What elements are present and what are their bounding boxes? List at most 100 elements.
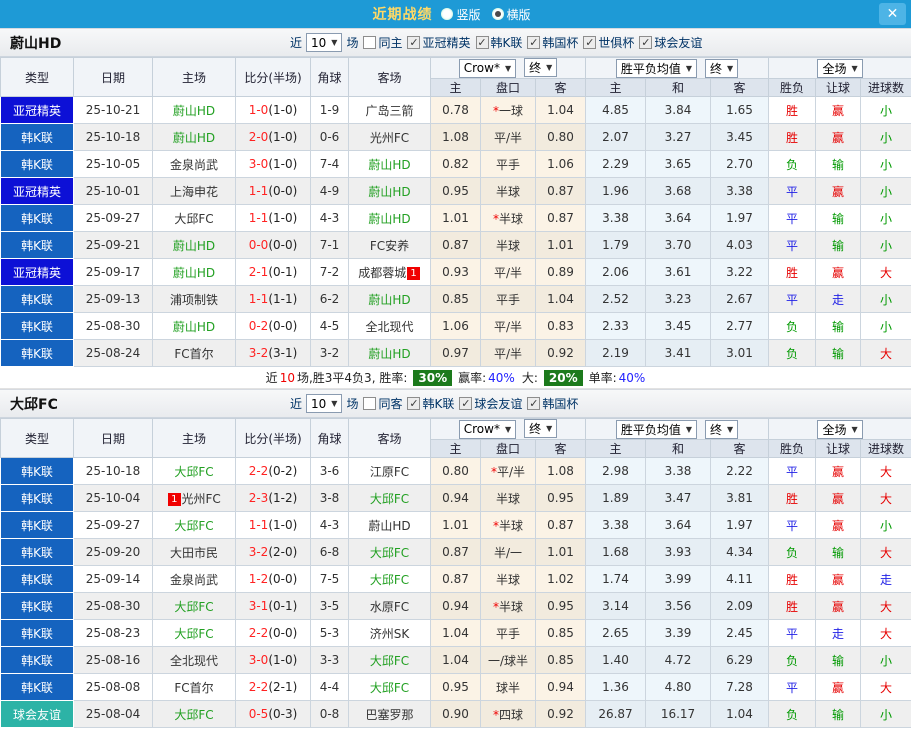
avg-stage-select[interactable]: 终: [705, 58, 739, 78]
odds-home: 0.97: [430, 339, 481, 367]
vertical-layout-radio[interactable]: [441, 8, 454, 20]
red-card-badge: 1: [168, 492, 181, 506]
league-badge: 亚冠精英: [0, 258, 74, 286]
league-filter[interactable]: ✓ 韩国杯: [527, 34, 578, 51]
avg-away: 3.45: [710, 123, 770, 151]
checkbox-icon[interactable]: ✓: [407, 36, 421, 49]
avg-draw: 3.23: [645, 285, 712, 313]
odds-source-select[interactable]: Crow*: [458, 419, 517, 439]
checkbox-icon[interactable]: ✓: [407, 397, 421, 410]
win-rate-badge: 30%: [413, 369, 453, 386]
checkbox-icon[interactable]: ✓: [527, 36, 541, 49]
match-row: 球会友谊 25-08-04 大邱FC 0-5(0-3) 0-8 巴塞罗那 0.90 *四球 0.…: [0, 700, 911, 728]
match-row: 韩K联 25-08-24 FC首尔 3-2(3-1) 3-2 蔚山HD 0.97 平/半 0.9…: [0, 339, 911, 367]
away-team: 大邱FC: [348, 565, 431, 593]
team-label: 蔚山HD: [368, 184, 411, 199]
match-date: 25-09-13: [73, 285, 153, 313]
league-filter[interactable]: ✓ 球会友谊: [459, 395, 522, 412]
odds-home: 1.04: [430, 646, 481, 674]
odds-stage-select[interactable]: 终: [524, 419, 558, 439]
away-team: 江原FC: [348, 457, 431, 485]
away-team: 蔚山HD: [348, 150, 431, 178]
league-filter[interactable]: ✓ 球会友谊: [639, 34, 702, 51]
checkbox-icon[interactable]: ✓: [527, 397, 541, 410]
sub-avg-draw: 和: [645, 78, 712, 97]
checkbox-icon[interactable]: [363, 397, 377, 410]
odds-home: 1.06: [430, 312, 481, 340]
avg-draw: 3.65: [645, 150, 712, 178]
scope-select[interactable]: 全场: [817, 58, 863, 78]
league-badge: 韩K联: [0, 538, 74, 566]
away-team: 大邱FC: [348, 484, 431, 512]
avg-draw: 3.64: [645, 511, 712, 539]
team-label: 大邱FC: [369, 572, 410, 587]
horizontal-layout-radio[interactable]: [491, 8, 504, 20]
handicap: 平/半: [480, 339, 536, 367]
league-filter[interactable]: ✓ 世俱杯: [583, 34, 634, 51]
checkbox-icon[interactable]: ✓: [639, 36, 653, 49]
avg-draw: 3.56: [645, 592, 712, 620]
league-filter[interactable]: ✓ 韩国杯: [527, 395, 578, 412]
match-row: 韩K联 25-10-05 金泉尚武 3-0(1-0) 7-4 蔚山HD 0.82 平手 1.06…: [0, 150, 911, 178]
team-label: 大邱FC: [174, 626, 214, 641]
odds-stage-select[interactable]: 终: [524, 58, 558, 78]
odds-home: 0.78: [430, 96, 481, 124]
sub-avg-home: 主: [585, 439, 647, 458]
league-badge: 韩K联: [0, 592, 74, 620]
avg-type-select[interactable]: 胜平负均值: [615, 419, 698, 439]
avg-home: 2.65: [585, 619, 647, 647]
avg-away: 4.34: [710, 538, 770, 566]
scope-select[interactable]: 全场: [817, 419, 863, 439]
sub-handicap-result: 让球: [815, 439, 862, 458]
goals-result: 大: [860, 592, 911, 620]
odds-source-select[interactable]: Crow*: [458, 58, 517, 78]
same-venue-filter[interactable]: 同主: [363, 34, 402, 51]
match-row: 韩K联 25-09-21 蔚山HD 0-0(0-0) 7-1 FC安养 0.87 半球 1.01…: [0, 231, 911, 259]
odds-away: 1.06: [534, 150, 587, 178]
avg-group: 胜平负均值终: [585, 57, 770, 79]
odds-away: 1.01: [534, 538, 587, 566]
checkbox-icon[interactable]: ✓: [475, 36, 489, 49]
home-team: 蔚山HD: [152, 123, 236, 151]
games-count-select[interactable]: 10: [306, 33, 343, 52]
league-filter[interactable]: ✓ 亚冠精英: [407, 34, 471, 51]
games-count-select[interactable]: 10: [306, 394, 343, 413]
away-team: 光州FC: [348, 123, 431, 151]
corners: 3-6: [310, 457, 349, 485]
home-team: 大邱FC: [152, 619, 236, 647]
avg-away: 3.01: [710, 339, 770, 367]
team-label: 蔚山HD: [172, 265, 216, 280]
goals-result: 大: [860, 619, 911, 647]
handicap: *半球: [480, 592, 536, 620]
corners: 7-4: [310, 150, 349, 178]
same-venue-filter[interactable]: 同客: [363, 395, 402, 412]
result: 平: [768, 457, 817, 485]
team-label: 蔚山HD: [368, 292, 411, 307]
avg-home: 1.68: [585, 538, 647, 566]
score: 0-5(0-3): [235, 700, 311, 728]
handicap-result: 赢: [815, 565, 862, 593]
league-filter[interactable]: ✓ 韩K联: [475, 34, 522, 51]
league-badge: 亚冠精英: [0, 177, 74, 205]
red-card-badge: 1: [407, 266, 420, 280]
odds-away: 0.83: [534, 312, 587, 340]
avg-draw: 3.41: [645, 339, 712, 367]
checkbox-icon[interactable]: ✓: [459, 397, 473, 410]
checkbox-icon[interactable]: [363, 36, 377, 49]
match-date: 25-10-01: [73, 177, 153, 205]
team-label: 大邱FC: [174, 518, 214, 533]
avg-type-select[interactable]: 胜平负均值: [615, 58, 698, 78]
away-team: 巴塞罗那: [348, 700, 431, 728]
odds-group: Crow* 终: [429, 418, 587, 440]
handicap-result: 赢: [815, 592, 862, 620]
result: 负: [768, 538, 817, 566]
col-type: 类型: [0, 57, 74, 97]
checkbox-icon[interactable]: ✓: [583, 36, 597, 49]
avg-stage-select[interactable]: 终: [705, 419, 739, 439]
league-filter[interactable]: ✓ 韩K联: [407, 395, 454, 412]
games-label: 场: [346, 397, 359, 411]
result: 平: [768, 231, 817, 259]
league-badge: 球会友谊: [0, 700, 74, 728]
team-label: 大邱FC: [369, 491, 410, 506]
close-button[interactable]: ✕: [879, 3, 906, 25]
